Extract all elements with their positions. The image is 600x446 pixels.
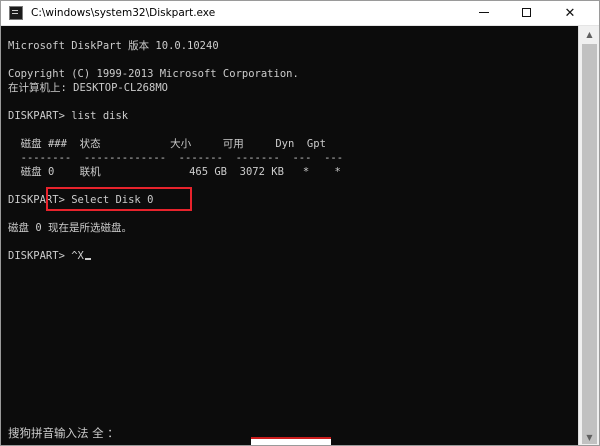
console-area[interactable]: Microsoft DiskPart 版本 10.0.10240 Copyrig… xyxy=(1,26,578,432)
diskpart-window: C:\windows\system32\Diskpart.exe ✕ Micro… xyxy=(0,0,600,446)
maximize-icon xyxy=(522,8,531,17)
arrow-up-icon[interactable]: ▲ xyxy=(579,26,599,43)
ime-status-bar: 搜狗拼音输入法 全 ： xyxy=(1,426,578,445)
console-line-copyright: Copyright (C) 1999-2013 Microsoft Corpor… xyxy=(8,68,299,80)
maximize-button[interactable] xyxy=(510,1,544,25)
ime-status-text: 搜狗拼音输入法 全 ： xyxy=(8,426,119,440)
text-cursor xyxy=(84,258,91,260)
console-line-table-divider: -------- ------------- ------- ------- -… xyxy=(8,152,344,164)
minimize-button[interactable] xyxy=(467,1,501,25)
console-line-table-header: 磁盘 ### 状态 大小 可用 Dyn Gpt xyxy=(8,138,326,150)
title-bar[interactable]: C:\windows\system32\Diskpart.exe ✕ xyxy=(1,1,599,26)
minimize-icon xyxy=(479,12,489,13)
console-line-disk-row: 磁盘 0 联机 465 GB 3072 KB * * xyxy=(8,166,341,178)
console-line-selected-msg: 磁盘 0 现在是所选磁盘。 xyxy=(8,222,132,234)
console-prompt-text: DISKPART> ^X xyxy=(8,250,84,262)
console-line-list-disk: DISKPART> list disk xyxy=(8,110,129,122)
ime-composition-box[interactable] xyxy=(251,437,331,445)
close-icon: ✕ xyxy=(564,6,576,21)
vertical-scrollbar[interactable]: ▲ ▼ xyxy=(578,26,599,445)
console-icon xyxy=(9,6,23,20)
highlight-box xyxy=(46,187,192,211)
console-prompt-line: DISKPART> ^X xyxy=(8,249,91,263)
arrow-down-icon[interactable]: ▼ xyxy=(579,429,599,445)
scroll-thumb[interactable] xyxy=(582,44,597,444)
console-line-version: Microsoft DiskPart 版本 10.0.10240 xyxy=(8,40,219,52)
close-button[interactable]: ✕ xyxy=(553,1,587,25)
console-line-computer: 在计算机上: DESKTOP-CL268MO xyxy=(8,82,168,94)
window-title: C:\windows\system32\Diskpart.exe xyxy=(31,7,216,19)
